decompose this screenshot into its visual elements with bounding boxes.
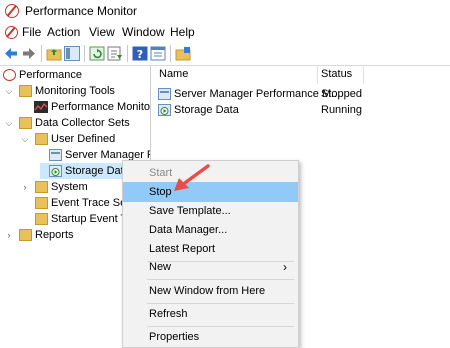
menu-item-new[interactable]: New › <box>123 257 298 277</box>
column-divider[interactable] <box>363 66 364 84</box>
tree-item-performance[interactable]: Performance <box>0 67 150 83</box>
user-folder-icon <box>35 133 48 145</box>
forward-arrow-icon[interactable] <box>21 46 37 61</box>
tree-item-performance-monitor[interactable]: Performance Monitor <box>0 99 150 115</box>
folder-icon <box>35 197 48 209</box>
back-arrow-icon[interactable] <box>3 46 19 61</box>
menu-item-properties[interactable]: Properties <box>123 327 298 347</box>
properties-icon[interactable] <box>150 46 166 61</box>
svg-text:?: ? <box>137 48 143 61</box>
expand-chevron-icon[interactable]: › <box>4 227 14 243</box>
list-row[interactable]: Server Manager Performance M... Stopped <box>157 86 447 102</box>
menu-separator <box>147 279 294 280</box>
tree-item-monitoring-tools[interactable]: ⌵ Monitoring Tools <box>0 83 150 99</box>
menu-item-new-window[interactable]: New Window from Here <box>123 281 298 301</box>
row-name: Server Manager Performance M... <box>174 88 341 100</box>
running-collector-icon <box>49 165 62 177</box>
collapse-chevron-icon[interactable]: ⌵ <box>4 115 14 131</box>
system-menu-icon[interactable] <box>5 26 18 39</box>
menu-item-data-manager[interactable]: Data Manager... <box>123 220 298 240</box>
menu-bar: File Action View Window Help <box>0 23 450 42</box>
performance-icon <box>3 69 16 81</box>
column-header-status[interactable]: Status <box>321 68 352 80</box>
expand-chevron-icon[interactable]: › <box>20 179 30 195</box>
list-row[interactable]: Storage Data Running <box>157 102 447 118</box>
row-name: Storage Data <box>174 104 239 116</box>
collapse-chevron-icon[interactable]: ⌵ <box>4 83 14 99</box>
title-bar: Performance Monitor <box>0 0 450 23</box>
toolbar-separator <box>127 45 128 62</box>
up-folder-icon[interactable] <box>46 46 62 61</box>
performance-monitor-chart-icon <box>34 101 48 113</box>
data-collector-set-icon <box>158 88 171 100</box>
toolbar: ? <box>0 42 450 66</box>
folder-icon <box>19 229 32 241</box>
tree-item-user-defined[interactable]: ⌵ User Defined <box>0 131 150 147</box>
data-collector-set-icon <box>49 149 62 161</box>
collapse-chevron-icon[interactable]: ⌵ <box>20 131 30 147</box>
refresh-icon[interactable] <box>89 46 105 61</box>
submenu-arrow-icon: › <box>283 260 287 274</box>
folder-icon <box>35 213 48 225</box>
folder-icon <box>19 85 32 97</box>
performance-monitor-app-icon <box>5 4 19 18</box>
row-status: Stopped <box>321 88 362 100</box>
menu-help[interactable]: Help <box>170 25 195 39</box>
window-title: Performance Monitor <box>25 4 138 18</box>
toolbar-separator <box>170 45 171 62</box>
folder-icon <box>19 117 32 129</box>
help-icon[interactable]: ? <box>132 46 148 61</box>
running-collector-icon <box>158 104 171 116</box>
toolbar-separator <box>84 45 85 62</box>
show-hide-tree-icon[interactable] <box>64 46 80 61</box>
row-status: Running <box>321 104 362 116</box>
tree-item-data-collector-sets[interactable]: ⌵ Data Collector Sets <box>0 115 150 131</box>
annotation-arrow-icon <box>174 164 210 191</box>
export-list-icon[interactable] <box>107 46 123 61</box>
menu-item-save-template[interactable]: Save Template... <box>123 201 298 221</box>
menu-file[interactable]: File <box>22 25 41 39</box>
menu-action[interactable]: Action <box>47 25 80 39</box>
column-header-name[interactable]: Name <box>159 68 188 80</box>
new-folder-icon[interactable] <box>175 46 191 61</box>
toolbar-separator <box>41 45 42 62</box>
menu-item-refresh[interactable]: Refresh <box>123 304 298 324</box>
folder-icon <box>35 181 48 193</box>
column-divider[interactable] <box>317 66 318 84</box>
menu-view[interactable]: View <box>89 25 115 39</box>
menu-window[interactable]: Window <box>122 25 165 39</box>
menu-item-latest-report[interactable]: Latest Report <box>123 239 298 259</box>
